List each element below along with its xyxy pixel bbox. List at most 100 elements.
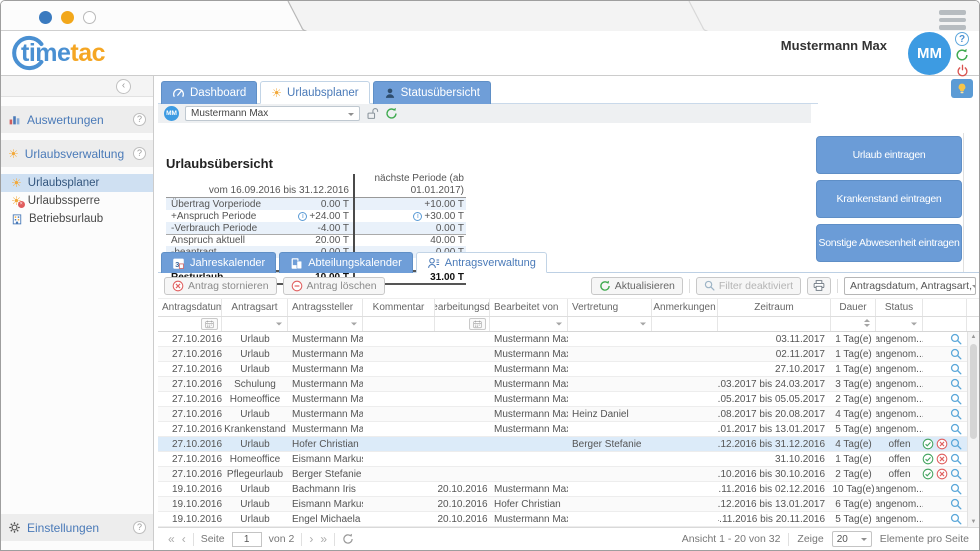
table-row[interactable]: 27.10.2016SchulungMustermann MaxMusterma… bbox=[158, 377, 979, 392]
refresh-icon[interactable] bbox=[955, 48, 969, 62]
sidebar-subitem-urlaubssperre[interactable]: ☀× Urlaubssperre bbox=[1, 192, 153, 210]
column-header-Antragsart[interactable]: Antragsart bbox=[222, 299, 288, 316]
column-header-Antragsdatum[interactable]: Antragsdatum↓ bbox=[158, 299, 222, 316]
approve-icon[interactable] bbox=[922, 453, 934, 465]
chevron-down-icon[interactable] bbox=[351, 323, 357, 329]
chevron-down-icon[interactable] bbox=[276, 323, 282, 329]
reload-icon[interactable] bbox=[342, 533, 354, 545]
number-spinner[interactable] bbox=[864, 318, 870, 330]
details-magnifier-icon[interactable] bbox=[950, 408, 962, 420]
table-row[interactable]: 27.10.2016UrlaubMustermann MaxMustermann… bbox=[158, 407, 979, 422]
scroll-down-icon[interactable]: ▼ bbox=[968, 517, 979, 527]
first-page-icon[interactable]: « bbox=[168, 532, 175, 546]
refresh-icon[interactable] bbox=[385, 107, 398, 120]
lightbulb-icon[interactable] bbox=[951, 79, 973, 98]
sidebar-collapse-icon[interactable]: ‹ bbox=[116, 79, 131, 94]
sidebar-subitem-betriebsurlaub[interactable]: Betriebsurlaub bbox=[1, 210, 153, 228]
column-header-Bearbeitet von[interactable]: Bearbeitet von bbox=[490, 299, 568, 316]
details-magnifier-icon[interactable] bbox=[950, 333, 962, 345]
details-magnifier-icon[interactable] bbox=[950, 468, 962, 480]
filter-spinner-9[interactable] bbox=[831, 317, 876, 331]
tab-urlaubsplaner[interactable]: ☀ Urlaubsplaner bbox=[260, 81, 369, 104]
filter-select-10[interactable] bbox=[876, 317, 923, 331]
filter-calendar-0[interactable] bbox=[158, 317, 222, 331]
unlock-icon[interactable] bbox=[366, 107, 379, 120]
details-magnifier-icon[interactable] bbox=[950, 438, 962, 450]
scroll-up-icon[interactable]: ▲ bbox=[968, 332, 979, 342]
table-row[interactable]: 27.10.2016UrlaubMustermann MaxMustermann… bbox=[158, 362, 979, 377]
print-button[interactable] bbox=[807, 277, 831, 295]
page-size-dropdown[interactable]: 20 bbox=[832, 531, 872, 547]
column-header-Antragssteller[interactable]: Antragssteller bbox=[288, 299, 363, 316]
menu-hamburger-icon[interactable] bbox=[939, 7, 966, 33]
reject-icon[interactable] bbox=[936, 453, 948, 465]
tab-statusuebersicht[interactable]: Statusübersicht bbox=[373, 81, 491, 104]
enter-vacation-button[interactable]: Urlaub eintragen bbox=[816, 136, 962, 174]
filter-select-6[interactable] bbox=[568, 317, 652, 331]
table-scrollbar[interactable]: ▲ ▼ bbox=[967, 332, 979, 527]
scrollbar-thumb[interactable] bbox=[970, 344, 977, 439]
info-icon[interactable]: i bbox=[413, 212, 422, 221]
sidebar-item-auswertungen[interactable]: Auswertungen ? bbox=[1, 106, 153, 133]
window-dot-outline-icon[interactable] bbox=[83, 11, 96, 24]
details-magnifier-icon[interactable] bbox=[950, 423, 962, 435]
tab-jahreskalender[interactable]: 3 Jahreskalender bbox=[161, 252, 276, 273]
column-header-Vertretung[interactable]: Vertretung bbox=[568, 299, 652, 316]
window-dot-blue-icon[interactable] bbox=[39, 11, 52, 24]
window-dot-orange-icon[interactable] bbox=[61, 11, 74, 24]
details-magnifier-icon[interactable] bbox=[950, 513, 962, 525]
details-magnifier-icon[interactable] bbox=[950, 483, 962, 495]
enter-sick-leave-button[interactable]: Krankenstand eintragen bbox=[816, 180, 962, 218]
columns-dropdown[interactable]: Antragsdatum, Antragsart, bbox=[844, 277, 976, 295]
approve-icon[interactable] bbox=[922, 438, 934, 450]
cancel-request-button[interactable]: Antrag stornieren bbox=[164, 277, 277, 295]
chevron-down-icon[interactable] bbox=[911, 323, 917, 329]
user-select-dropdown[interactable]: Mustermann Max bbox=[185, 106, 360, 121]
power-icon[interactable] bbox=[956, 64, 969, 77]
details-magnifier-icon[interactable] bbox=[950, 363, 962, 375]
details-magnifier-icon[interactable] bbox=[950, 393, 962, 405]
last-page-icon[interactable]: » bbox=[320, 532, 327, 546]
table-row[interactable]: 27.10.2016HomeofficeMustermann MaxMuster… bbox=[158, 392, 979, 407]
details-magnifier-icon[interactable] bbox=[950, 453, 962, 465]
next-page-icon[interactable]: › bbox=[309, 532, 313, 546]
reject-icon[interactable] bbox=[936, 438, 948, 450]
sidebar-item-einstellungen[interactable]: Einstellungen ? bbox=[1, 514, 153, 541]
refresh-table-button[interactable]: Aktualisieren bbox=[591, 277, 683, 295]
filter-select-1[interactable] bbox=[222, 317, 288, 331]
prev-page-icon[interactable]: ‹ bbox=[182, 532, 186, 546]
filter-select-2[interactable] bbox=[288, 317, 363, 331]
page-number-input[interactable]: 1 bbox=[232, 532, 262, 547]
column-header-actions[interactable] bbox=[923, 299, 967, 316]
calendar-icon[interactable] bbox=[469, 318, 486, 330]
table-row[interactable]: 27.10.2016PflegeurlaubBerger Stefanie27.… bbox=[158, 467, 979, 482]
table-row[interactable]: 27.10.2016UrlaubMustermann MaxMustermann… bbox=[158, 347, 979, 362]
table-row[interactable]: 19.10.2016UrlaubBachmann Iris20.10.2016M… bbox=[158, 482, 979, 497]
calendar-icon[interactable] bbox=[201, 318, 218, 330]
table-row[interactable]: 27.10.2016UrlaubMustermann MaxMustermann… bbox=[158, 332, 979, 347]
table-row[interactable]: 27.10.2016HomeofficeEismann Markus31.10.… bbox=[158, 452, 979, 467]
tab-abteilungskalender[interactable]: Abteilungskalender bbox=[279, 252, 413, 273]
tab-dashboard[interactable]: Dashboard bbox=[161, 81, 257, 104]
details-magnifier-icon[interactable] bbox=[950, 498, 962, 510]
sidebar-item-urlaubsverwaltung[interactable]: ☀ Urlaubsverwaltung ? bbox=[1, 140, 153, 167]
column-header-Status[interactable]: Status bbox=[876, 299, 923, 316]
chevron-down-icon[interactable] bbox=[556, 323, 562, 329]
details-magnifier-icon[interactable] bbox=[950, 348, 962, 360]
help-icon[interactable]: ? bbox=[133, 113, 146, 126]
filter-select-5[interactable] bbox=[490, 317, 568, 331]
column-header-Bearbeitungsd...[interactable]: Bearbeitungsd... bbox=[435, 299, 490, 316]
column-header-Anmerkungen[interactable]: Anmerkungen bbox=[652, 299, 718, 316]
help-icon[interactable]: ? bbox=[133, 147, 146, 160]
help-icon[interactable]: ? bbox=[133, 521, 146, 534]
table-row[interactable]: 19.10.2016UrlaubEismann Markus20.10.2016… bbox=[158, 497, 979, 512]
filter-disabled-button[interactable]: Filter deaktiviert bbox=[696, 277, 801, 295]
avatar[interactable]: MM bbox=[908, 32, 951, 75]
chevron-down-icon[interactable] bbox=[640, 323, 646, 329]
table-row[interactable]: 27.10.2016UrlaubHofer ChristianBerger St… bbox=[158, 437, 979, 452]
column-header-Kommentar[interactable]: Kommentar bbox=[363, 299, 435, 316]
column-header-Zeitraum[interactable]: Zeitraum bbox=[718, 299, 831, 316]
delete-request-button[interactable]: Antrag löschen bbox=[283, 277, 385, 295]
info-icon[interactable]: i bbox=[298, 212, 307, 221]
table-row[interactable]: 19.10.2016UrlaubEngel Michaela20.10.2016… bbox=[158, 512, 979, 527]
